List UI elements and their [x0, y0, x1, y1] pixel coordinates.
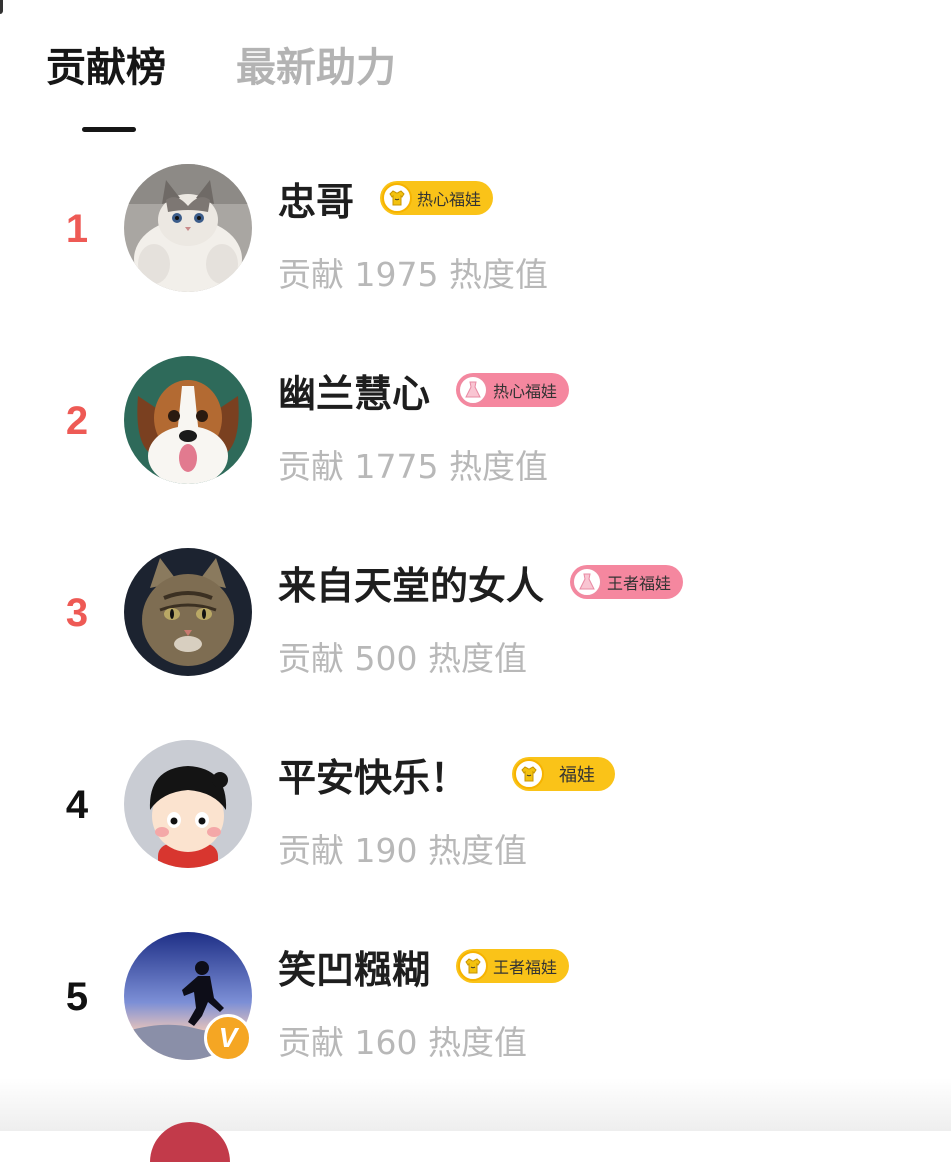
rank-number: 4: [65, 783, 89, 827]
fan-level-badge: 热心福娃: [380, 181, 494, 215]
contribution-text: 贡献 1775 热度值: [278, 447, 548, 486]
user-name[interactable]: 平安快乐！: [278, 747, 468, 802]
tab-latest-support[interactable]: 最新助力: [236, 40, 396, 140]
shirt-icon: [458, 951, 489, 981]
window-corner: [0, 0, 3, 14]
list-item[interactable]: 3 来自天堂的女人 王者福娃 贡献 500 热度值: [0, 548, 951, 740]
name-line: 笑凹糨糊 王者福娃: [278, 938, 570, 994]
user-name[interactable]: 忠哥: [278, 171, 354, 226]
contribution-text: 贡献 500 热度值: [278, 639, 527, 678]
shirt-icon: [382, 183, 413, 213]
rank-number: 5: [65, 975, 89, 1019]
rank-number: 3: [65, 591, 89, 635]
verified-badge: V: [204, 1014, 252, 1062]
active-tab-indicator: [82, 127, 136, 132]
bottom-fade: [0, 1078, 951, 1131]
badge-label: 王者福娃: [493, 958, 558, 977]
name-line: 来自天堂的女人 王者福娃: [278, 554, 684, 610]
cartoon-boy-avatar[interactable]: [124, 740, 252, 868]
tabby-cat-avatar[interactable]: [124, 548, 252, 676]
dress-icon: [572, 567, 603, 597]
name-line: 平安快乐！ 福娃: [278, 746, 616, 802]
contribution-text: 贡献 190 热度值: [278, 831, 527, 870]
rank-number: 1: [65, 207, 89, 251]
user-name[interactable]: 幽兰慧心: [278, 363, 430, 418]
ragdoll-cat-avatar[interactable]: [124, 164, 252, 292]
ranking-list: 1 忠哥 热心福娃 贡献 1975 热度值 2 幽兰慧心 热心福娃 贡献 177…: [0, 164, 951, 1124]
tab-bar: 贡献榜 最新助力: [46, 40, 396, 140]
rank-number: 2: [65, 399, 89, 443]
name-line: 忠哥 热心福娃: [278, 170, 494, 226]
badge-label: 王者福娃: [607, 574, 672, 593]
shirt-icon: [514, 759, 545, 789]
badge-label: 热心福娃: [417, 190, 482, 209]
fan-level-badge: 王者福娃: [456, 949, 570, 983]
fan-level-badge: 王者福娃: [570, 565, 684, 599]
fan-level-badge: 福娃: [512, 757, 616, 791]
contribution-text: 贡献 160 热度值: [278, 1023, 527, 1062]
badge-label: 福娃: [559, 765, 596, 786]
list-item[interactable]: 1 忠哥 热心福娃 贡献 1975 热度值: [0, 164, 951, 356]
tab-contribution-ranking[interactable]: 贡献榜: [46, 40, 166, 140]
beagle-dog-avatar[interactable]: [124, 356, 252, 484]
list-item[interactable]: 4 平安快乐！ 福娃 贡献 190 热度值: [0, 740, 951, 932]
badge-label: 热心福娃: [493, 382, 558, 401]
name-line: 幽兰慧心 热心福娃: [278, 362, 570, 418]
contribution-text: 贡献 1975 热度值: [278, 255, 548, 294]
dress-icon: [458, 375, 489, 405]
user-name[interactable]: 来自天堂的女人: [278, 555, 544, 610]
user-name[interactable]: 笑凹糨糊: [278, 939, 430, 994]
list-item[interactable]: 2 幽兰慧心 热心福娃 贡献 1775 热度值: [0, 356, 951, 548]
fan-level-badge: 热心福娃: [456, 373, 570, 407]
